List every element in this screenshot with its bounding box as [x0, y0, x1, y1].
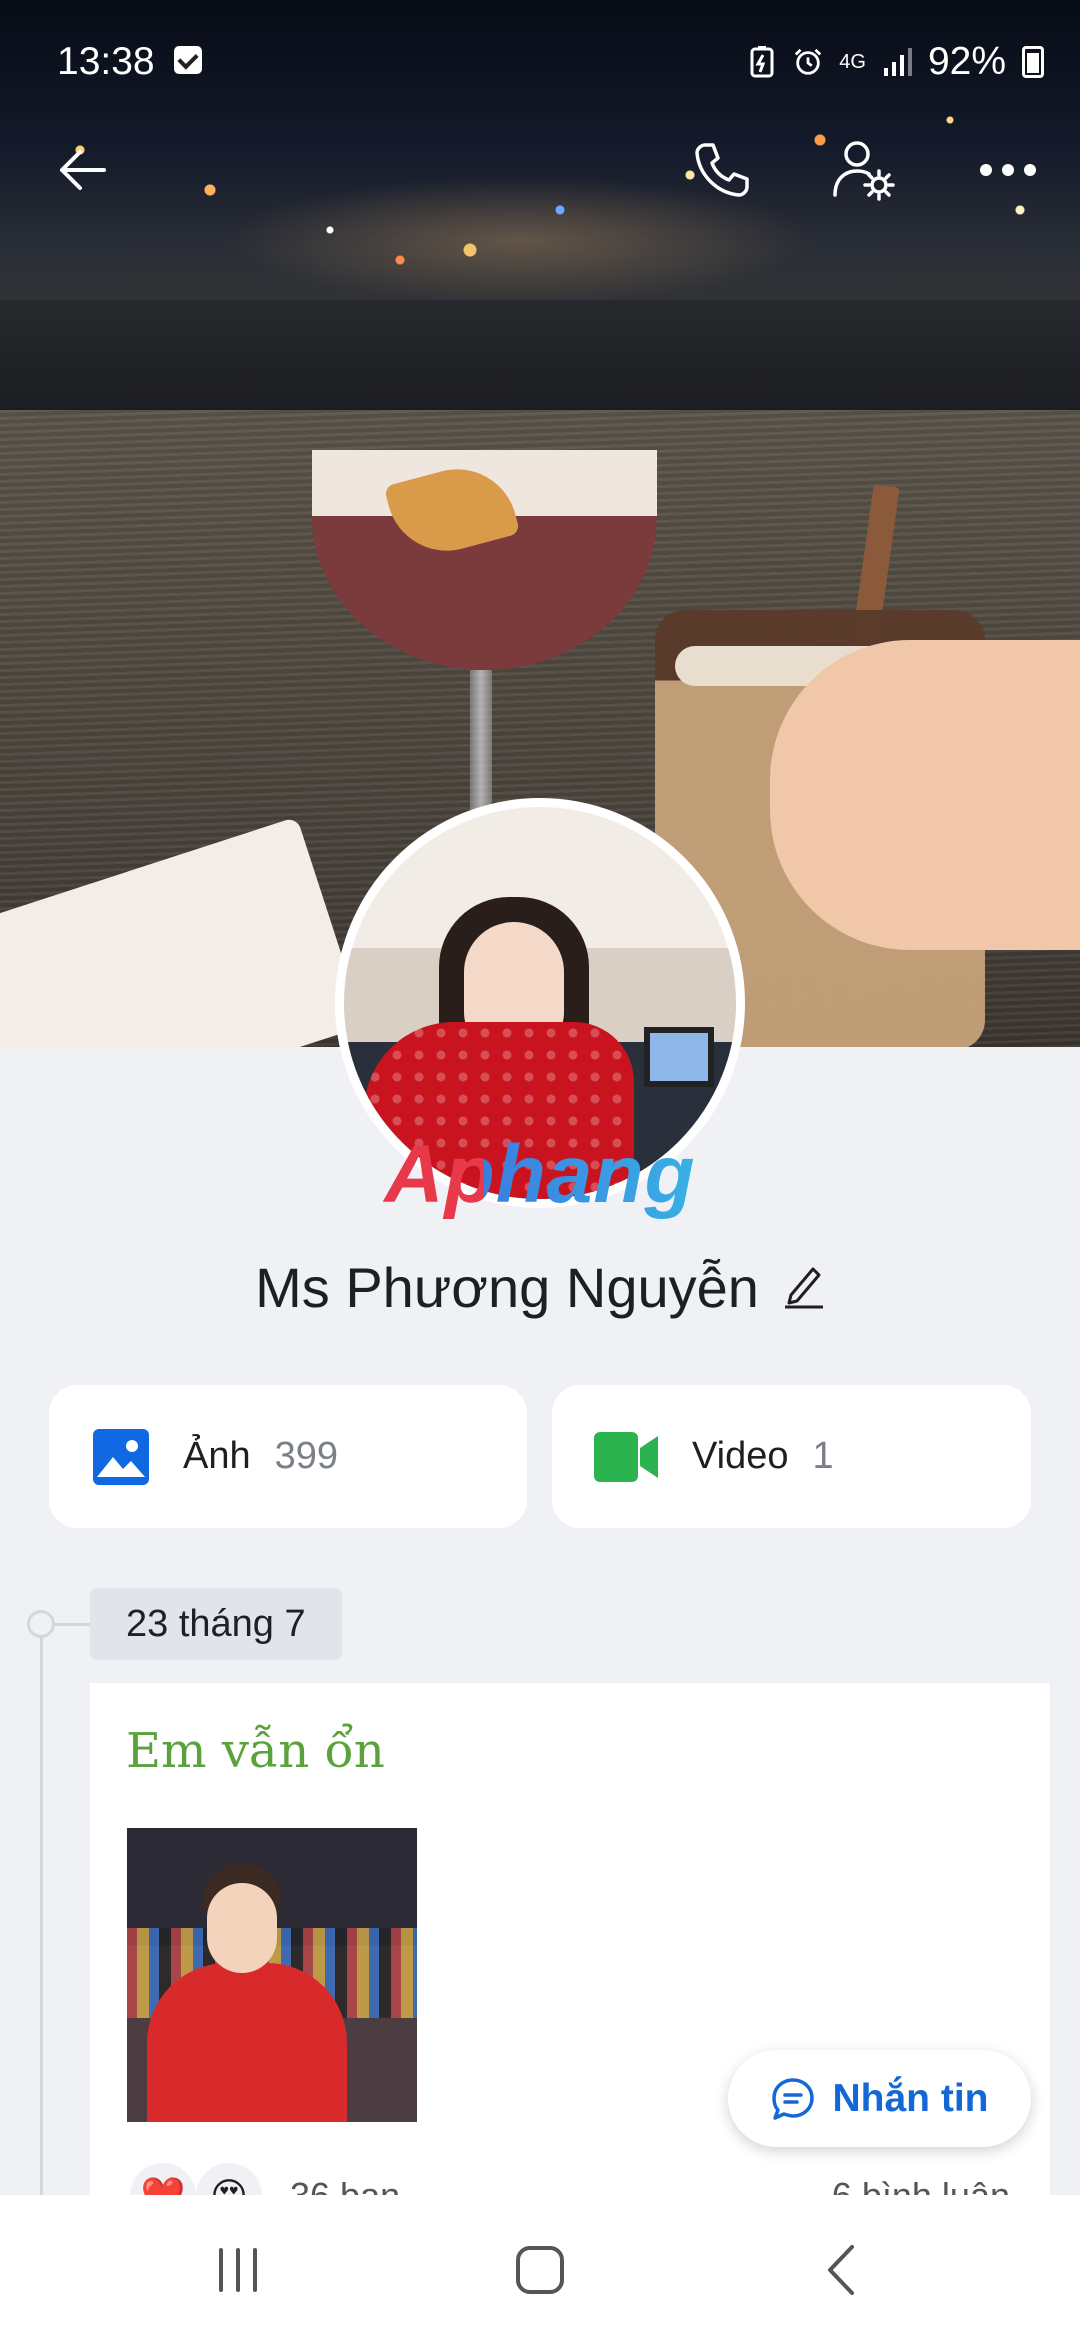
status-icons: 4G 92%: [747, 40, 1044, 84]
photos-count: 399: [274, 1435, 339, 1477]
post-photo[interactable]: [127, 1828, 417, 2122]
timeline-date: 23 tháng 7: [90, 1588, 342, 1660]
profile-name-row: Ms Phương Nguyễn: [0, 1255, 1080, 1320]
more-icon: [980, 164, 1036, 176]
status-time: 13:38: [57, 40, 155, 83]
edit-name-button[interactable]: [783, 1261, 825, 1314]
videos-count: 1: [812, 1435, 834, 1477]
cover-glass-stem: [470, 670, 492, 810]
photos-label: Ảnh: [183, 1435, 251, 1477]
home-icon: [516, 2246, 564, 2294]
message-button[interactable]: Nhắn tin: [728, 2050, 1031, 2147]
call-button[interactable]: [682, 130, 762, 210]
phone-icon: [695, 143, 749, 197]
recents-button[interactable]: [178, 2225, 298, 2315]
alarm-icon: [795, 48, 822, 75]
back-button[interactable]: [42, 130, 122, 210]
system-navigation-bar: [0, 2195, 1080, 2340]
battery-icon: [1022, 46, 1044, 78]
cover-hand: [770, 640, 1080, 950]
pencil-icon: [784, 1267, 823, 1309]
videos-card[interactable]: Video 1: [552, 1385, 1031, 1528]
status-bar: 13:38 4G 92%: [0, 0, 1080, 125]
cover-railing: [0, 300, 1080, 410]
timeline-line: [40, 1622, 43, 2202]
signal-icon: [883, 48, 912, 76]
timeline-post[interactable]: Em vẫn ổn ❤️ 😍 36 bạn 6 bình luận: [90, 1683, 1050, 2243]
photos-card[interactable]: Ảnh 399: [49, 1385, 527, 1528]
message-button-label: Nhắn tin: [832, 2076, 989, 2120]
recents-icon: [219, 2248, 257, 2292]
timeline-connector: [55, 1623, 91, 1626]
watermark-logo: Aphang: [375, 1128, 705, 1222]
profile-settings-button[interactable]: [824, 130, 904, 210]
post-photo-person: [147, 1963, 347, 2122]
video-camera-icon: [594, 1431, 658, 1482]
more-options-button[interactable]: [968, 130, 1048, 210]
image-icon: [93, 1428, 149, 1485]
chat-bubble-icon: [771, 2077, 814, 2120]
profile-name: Ms Phương Nguyễn: [255, 1256, 759, 1319]
network-type-label: 4G: [839, 51, 866, 73]
back-icon: [828, 2245, 854, 2295]
checkbox-notification-icon: [174, 46, 202, 74]
back-nav-button[interactable]: [782, 2225, 902, 2315]
post-caption: Em vẫn ổn: [126, 1723, 385, 1779]
battery-saver-icon: [750, 46, 774, 78]
timeline-dot: [27, 1610, 55, 1638]
profile-settings-icon: [833, 141, 895, 201]
back-arrow-icon: [60, 150, 106, 190]
avatar-background-screen: [644, 1027, 714, 1087]
videos-label: Video: [692, 1435, 789, 1477]
battery-percent: 92%: [927, 40, 1006, 83]
home-button[interactable]: [480, 2225, 600, 2315]
post-photo-face: [207, 1883, 277, 1973]
